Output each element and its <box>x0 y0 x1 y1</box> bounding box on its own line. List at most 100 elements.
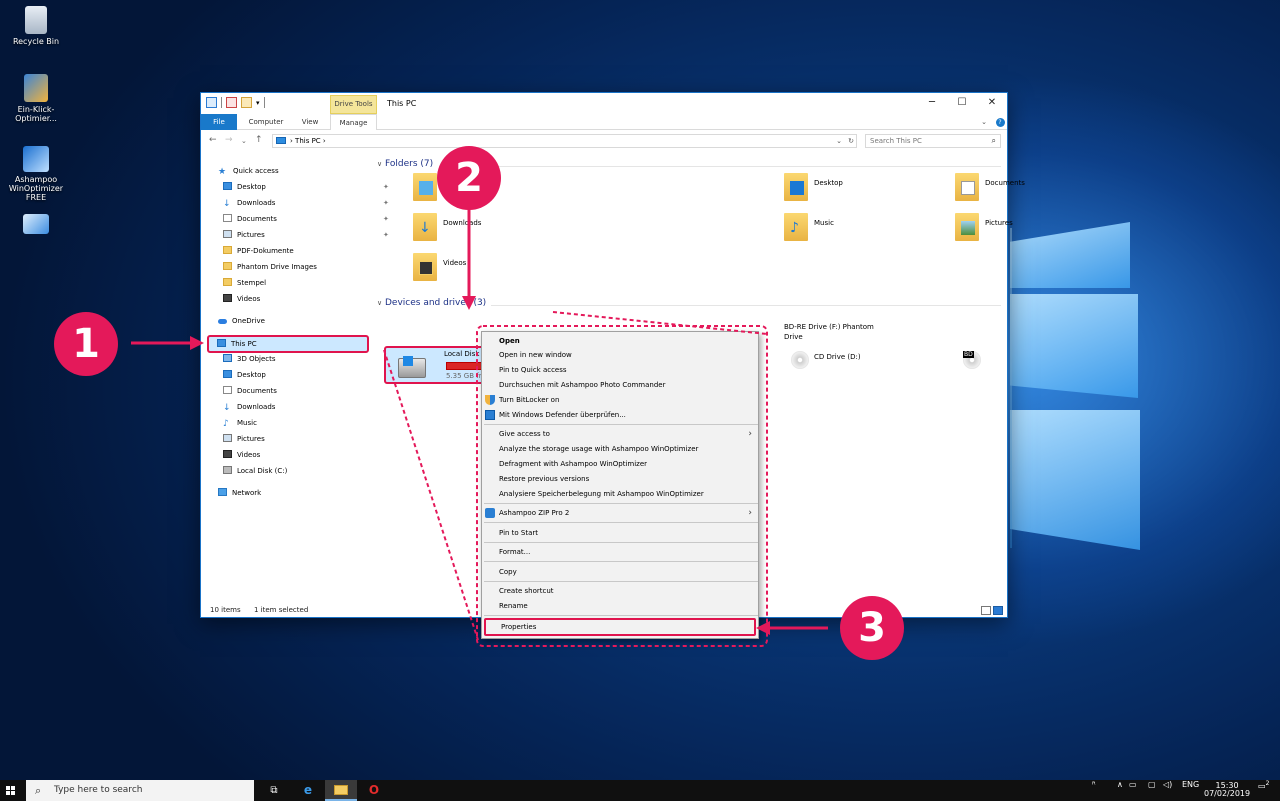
forward-arrow-icon[interactable]: → <box>225 135 233 145</box>
menu-item-pin-start[interactable]: Pin to Start <box>482 526 758 540</box>
nav-quick-stempel[interactable]: Stempel <box>223 277 266 290</box>
nav-quick-access[interactable]: ★ Quick access <box>218 165 279 178</box>
folder-icon <box>784 173 808 201</box>
folder-videos[interactable]: Videos <box>413 253 583 293</box>
menu-item-zip-pro[interactable]: Ashampoo ZIP Pro 2 › <box>482 506 758 520</box>
details-view-icon[interactable] <box>981 606 991 615</box>
search-input[interactable]: Search This PC ⌕ <box>865 134 1001 148</box>
nav-this-pc[interactable]: This PC <box>207 335 369 353</box>
computer-icon <box>276 137 286 144</box>
nav-pc-pictures[interactable]: Pictures <box>223 433 265 446</box>
folder-music[interactable]: ♪ Music <box>784 213 954 253</box>
new-folder-icon[interactable] <box>241 97 252 108</box>
nav-quick-pictures[interactable]: Pictures ✦ <box>223 229 389 242</box>
maximize-button[interactable]: ☐ <box>947 96 977 110</box>
tab-view[interactable]: View <box>293 114 327 130</box>
nav-label: Quick access <box>233 167 279 175</box>
nav-quick-documents[interactable]: Documents ✦ <box>223 213 389 226</box>
nav-quick-pdf[interactable]: PDF-Dokumente <box>223 245 294 258</box>
nav-pc-videos[interactable]: Videos <box>223 449 260 462</box>
nav-pc-local-disk[interactable]: Local Disk (C:) <box>223 465 287 478</box>
download-arrow-icon: ↓ <box>223 403 231 413</box>
nav-quick-downloads[interactable]: ↓ Downloads ✦ <box>223 197 389 210</box>
music-note-icon: ♪ <box>790 220 799 236</box>
menu-item-restore-versions[interactable]: Restore previous versions <box>482 472 758 486</box>
menu-item-open-new-window[interactable]: Open in new window <box>482 348 758 362</box>
folder-label: Downloads <box>443 219 482 227</box>
nav-label: Desktop <box>237 183 266 191</box>
nav-pc-documents[interactable]: Documents <box>223 385 277 398</box>
opera-browser-icon[interactable]: O <box>358 780 390 801</box>
help-icon[interactable]: ? <box>995 114 1005 130</box>
properties-icon[interactable] <box>206 97 217 108</box>
desktop-icon-control-panel[interactable] <box>0 214 72 237</box>
nav-quick-videos[interactable]: Videos <box>223 293 260 306</box>
breadcrumb-this-pc[interactable]: This PC <box>295 137 321 145</box>
nav-pc-3d-objects[interactable]: 3D Objects <box>223 353 276 366</box>
recent-locations-icon[interactable]: ⌄ <box>241 137 247 145</box>
edge-browser-icon[interactable]: e <box>292 780 324 801</box>
menu-item-copy[interactable]: Copy <box>482 565 758 579</box>
nav-quick-desktop[interactable]: Desktop ✦ <box>223 181 389 194</box>
menu-item-pin-quick-access[interactable]: Pin to Quick access <box>482 363 758 377</box>
address-field[interactable]: › This PC › ⌄ ↻ <box>272 134 857 148</box>
ribbon-tabs: File Computer View Manage ⌄ ? <box>201 114 1007 130</box>
menu-item-properties[interactable]: Properties <box>484 618 756 636</box>
menu-item-analyze-storage[interactable]: Analyze the storage usage with Ashampoo … <box>482 442 758 456</box>
tab-manage[interactable]: Manage <box>330 114 377 130</box>
devices-group-header[interactable]: ∨ Devices and drives (3) <box>377 298 486 308</box>
menu-item-rename[interactable]: Rename <box>482 599 758 613</box>
nav-pc-music[interactable]: ♪ Music <box>223 417 257 430</box>
clock[interactable]: 15:30 07/02/2019 <box>1204 782 1250 798</box>
defender-icon <box>485 410 495 420</box>
drive-cd-d[interactable]: CD Drive (D:) <box>791 351 861 369</box>
menu-item-photo-commander[interactable]: Durchsuchen mit Ashampoo Photo Commander <box>482 378 758 392</box>
minimize-button[interactable]: ─ <box>917 96 947 110</box>
group-title: Folders (7) <box>385 159 434 169</box>
drive-label: Drive <box>784 333 803 341</box>
customize-toolbar-icon[interactable]: ▾ <box>256 99 260 107</box>
menu-item-format[interactable]: Format... <box>482 545 758 559</box>
desktop-icon-recycle-bin[interactable]: Recycle Bin <box>0 6 72 46</box>
menu-item-defragment[interactable]: Defragment with Ashampoo WinOptimizer <box>482 457 758 471</box>
people-icon[interactable]: ᴿ <box>1092 780 1096 789</box>
nav-pc-downloads[interactable]: ↓ Downloads <box>223 401 275 414</box>
start-button[interactable] <box>0 780 24 801</box>
volume-icon[interactable]: ◁) <box>1163 780 1172 789</box>
network-tray-icon[interactable]: ▭ <box>1129 780 1137 789</box>
folder-downloads[interactable]: ↓ Downloads <box>413 213 583 253</box>
menu-item-defender[interactable]: Mit Windows Defender überprüfen... <box>482 408 758 422</box>
show-hidden-icons-icon[interactable]: ∧ <box>1117 780 1123 789</box>
menu-item-open[interactable]: Open <box>482 334 758 348</box>
menu-item-analysiere[interactable]: Analysiere Speicherbelegung mit Ashampoo… <box>482 487 758 501</box>
desktop-icon-optimizer[interactable]: Ein-Klick-Optimier... <box>0 74 72 123</box>
display-tray-icon[interactable]: ▢ <box>1148 780 1156 789</box>
task-view-icon[interactable]: ⧉ <box>258 780 290 801</box>
address-dropdown-icon[interactable]: ⌄ <box>836 135 842 147</box>
menu-item-bitlocker[interactable]: Turn BitLocker on <box>482 393 758 407</box>
menu-item-give-access[interactable]: Give access to › <box>482 427 758 441</box>
checkmark-icon[interactable] <box>226 97 237 108</box>
tab-computer[interactable]: Computer <box>241 114 291 130</box>
menu-item-create-shortcut[interactable]: Create shortcut <box>482 584 758 598</box>
tab-file[interactable]: File <box>201 114 237 130</box>
menu-separator <box>484 503 758 504</box>
input-language[interactable]: ENG <box>1182 780 1199 789</box>
desktop-icon-winoptimizer[interactable]: Ashampoo WinOptimizer FREE <box>0 146 72 202</box>
back-arrow-icon[interactable]: ← <box>209 135 217 145</box>
expand-ribbon-icon[interactable]: ⌄ <box>979 114 989 130</box>
refresh-icon[interactable]: ↻ <box>848 135 854 147</box>
folder-desktop[interactable]: Desktop <box>784 173 954 213</box>
file-explorer-taskbar-icon[interactable] <box>325 780 357 801</box>
up-arrow-icon[interactable]: ↑ <box>255 135 263 145</box>
nav-quick-phantom[interactable]: Phantom Drive Images <box>223 261 317 274</box>
taskbar-search-box[interactable]: ⌕ Type here to search <box>26 780 254 801</box>
close-button[interactable]: ✕ <box>977 96 1007 110</box>
nav-label: Stempel <box>237 279 267 287</box>
nav-onedrive[interactable]: OneDrive <box>218 315 265 328</box>
nav-network[interactable]: Network <box>218 487 261 500</box>
folders-group-header[interactable]: ∨ Folders (7) <box>377 159 433 169</box>
nav-pc-desktop[interactable]: Desktop <box>223 369 266 382</box>
large-icons-view-icon[interactable] <box>993 606 1003 615</box>
notification-center-icon[interactable]: ▭2 <box>1258 780 1269 791</box>
